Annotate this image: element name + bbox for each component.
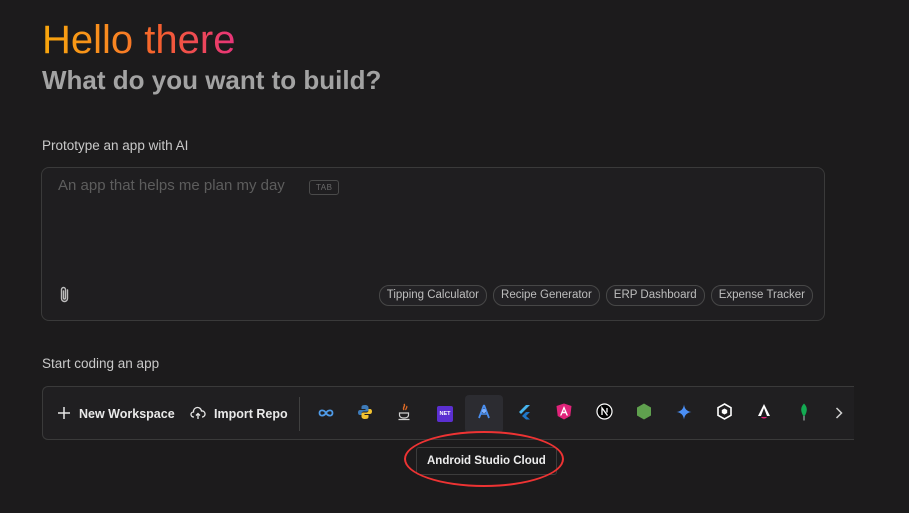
plus-icon	[57, 406, 71, 423]
hero-title: Hello there	[42, 18, 236, 62]
tab-hint-badge: TAB	[309, 180, 340, 195]
toolbar-divider	[299, 397, 300, 431]
template-dotnet[interactable]: NET	[426, 395, 464, 433]
new-workspace-button[interactable]: New Workspace	[57, 387, 175, 439]
template-nextjs[interactable]	[585, 395, 623, 433]
python-icon	[357, 404, 373, 425]
gemini-icon	[676, 404, 692, 425]
template-flutter[interactable]	[505, 395, 543, 433]
prompt-placeholder[interactable]: An app that helps me plan my day	[58, 177, 285, 194]
flutter-icon	[517, 404, 531, 425]
template-toolbar: New Workspace Import Repo NET	[42, 386, 854, 440]
chevron-right-icon[interactable]	[831, 404, 847, 422]
template-mongodb[interactable]	[785, 395, 823, 433]
template-android-studio[interactable]	[465, 395, 503, 433]
template-python[interactable]	[346, 395, 384, 433]
dotnet-icon: NET	[437, 406, 453, 422]
infinity-icon	[317, 405, 335, 423]
java-icon	[397, 403, 411, 426]
nodejs-icon	[636, 403, 652, 425]
import-repo-button[interactable]: Import Repo	[190, 387, 288, 439]
hero-subtitle: What do you want to build?	[42, 65, 382, 95]
template-angular[interactable]	[545, 395, 583, 433]
template-java[interactable]	[385, 395, 423, 433]
mongodb-icon	[799, 403, 809, 426]
template-gemini[interactable]	[665, 395, 703, 433]
template-astro[interactable]	[745, 395, 783, 433]
paperclip-icon[interactable]	[58, 286, 72, 304]
template-infinity[interactable]	[307, 395, 345, 433]
highlight-annotation-ring	[404, 431, 564, 487]
android-studio-icon	[476, 404, 492, 425]
hexagon-icon	[716, 403, 733, 425]
cloud-upload-icon	[190, 406, 206, 423]
astro-icon	[756, 403, 772, 425]
suggestion-chip-tipping-calculator[interactable]: Tipping Calculator	[378, 285, 488, 306]
coding-section-label: Start coding an app	[42, 356, 160, 371]
template-hexagon[interactable]	[705, 395, 743, 433]
import-repo-label: Import Repo	[214, 407, 288, 421]
template-nodejs[interactable]	[625, 395, 663, 433]
suggestion-chips: Tipping Calculator Recipe Generator ERP …	[378, 285, 813, 306]
prototype-section-label: Prototype an app with AI	[42, 138, 189, 153]
angular-icon	[556, 403, 572, 425]
suggestion-chip-erp-dashboard[interactable]: ERP Dashboard	[605, 285, 705, 306]
nextjs-icon	[595, 403, 613, 425]
new-workspace-label: New Workspace	[79, 407, 175, 421]
suggestion-chip-recipe-generator[interactable]: Recipe Generator	[493, 285, 600, 306]
suggestion-chip-expense-tracker[interactable]: Expense Tracker	[710, 285, 813, 306]
prompt-box[interactable]: An app that helps me plan my day TAB Tip…	[41, 167, 825, 321]
